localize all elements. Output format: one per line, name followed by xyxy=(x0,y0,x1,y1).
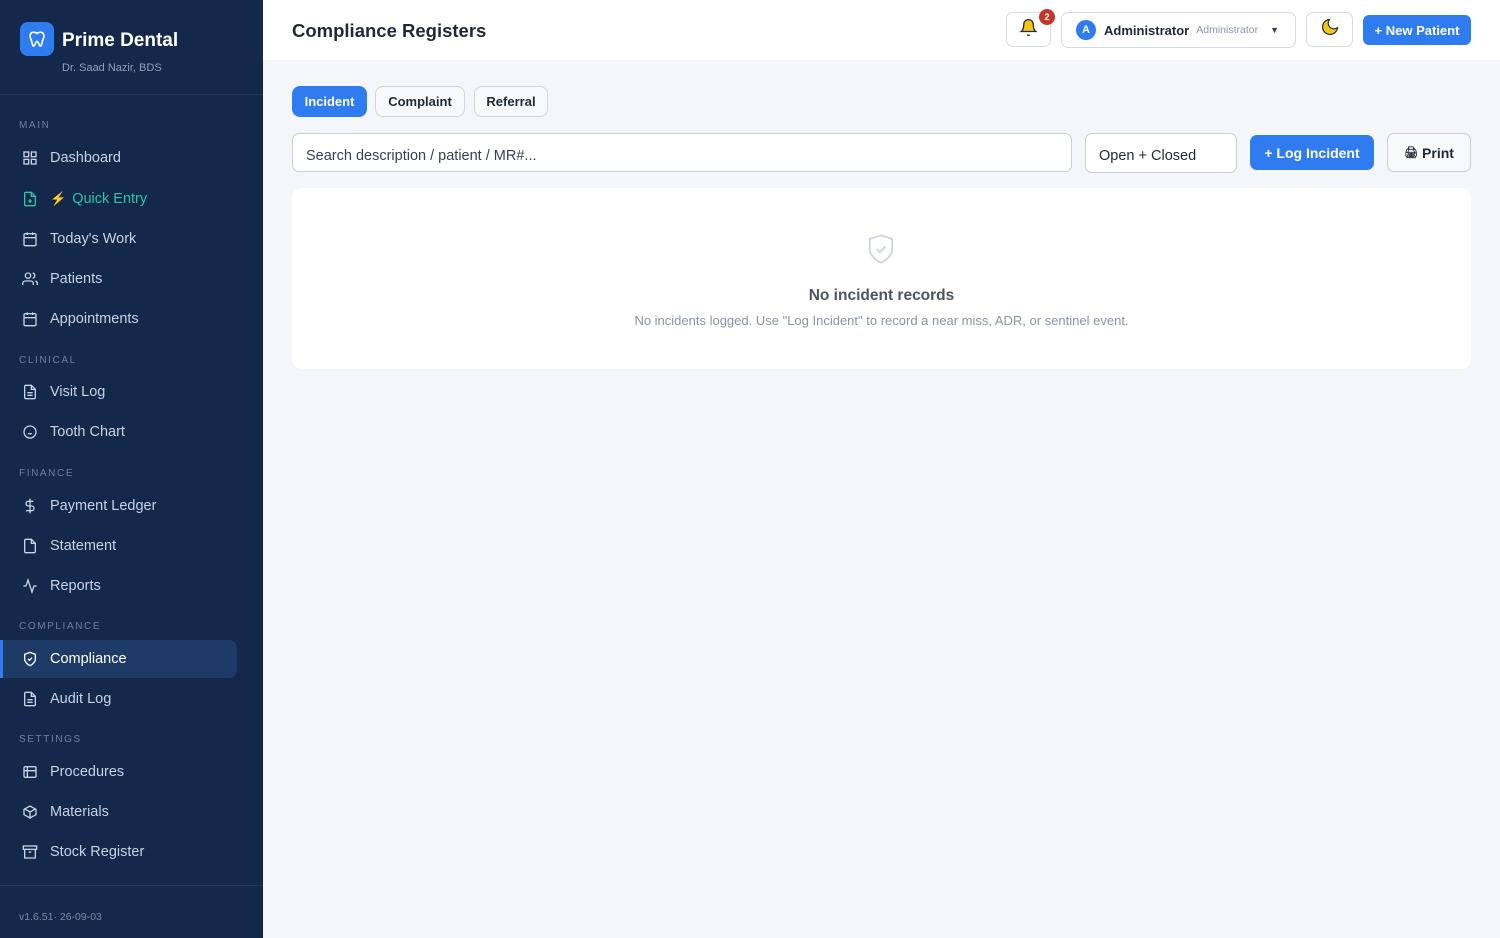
archive-icon xyxy=(22,844,38,860)
version-label: v1.6.51· 26-09-03 xyxy=(19,911,102,923)
sidebar-item-label: Dashboard xyxy=(50,150,121,166)
section-label-finance: FINANCE xyxy=(19,468,75,479)
sidebar-item-label: Audit Log xyxy=(50,691,112,707)
sidebar-item-patients[interactable]: Patients xyxy=(0,260,237,298)
brand-name: Prime Dental xyxy=(62,30,179,51)
search-input[interactable]: Search description / patient / MR#... xyxy=(292,133,1072,172)
cube-icon xyxy=(22,804,38,820)
sidebar-item-audit-log[interactable]: Audit Log xyxy=(0,680,237,718)
sidebar-divider xyxy=(0,885,263,886)
sidebar-item-label: Procedures xyxy=(50,764,125,780)
bolt-icon: ⚡ xyxy=(50,191,67,206)
tab-referral[interactable]: Referral xyxy=(474,86,548,117)
user-menu-button[interactable]: A Administrator Administrator ▼ xyxy=(1061,12,1296,48)
sidebar-item-todays-work[interactable]: Today's Work xyxy=(0,220,237,258)
sidebar-item-label: Appointments xyxy=(50,311,139,327)
doctor-name: Dr. Saad Nazir, BDS xyxy=(62,62,162,74)
notification-badge: 2 xyxy=(1039,9,1055,25)
sidebar-item-reports[interactable]: Reports xyxy=(0,567,237,605)
section-label-main: MAIN xyxy=(19,120,51,131)
sidebar-item-label: Quick Entry xyxy=(72,191,148,207)
log-incident-button[interactable]: + Log Incident xyxy=(1250,135,1374,170)
sidebar-item-label: Today's Work xyxy=(50,231,137,247)
tab-incident[interactable]: Incident xyxy=(292,86,367,117)
circle-icon xyxy=(22,424,38,440)
sidebar-item-materials[interactable]: Materials xyxy=(0,793,237,831)
top-header: Compliance Registers 2 A Administrator A… xyxy=(263,0,1500,60)
sidebar-item-tooth-chart[interactable]: Tooth Chart xyxy=(0,413,237,451)
calendar-icon xyxy=(22,231,38,247)
new-patient-button[interactable]: + New Patient xyxy=(1363,15,1471,45)
list-icon xyxy=(22,764,38,780)
sidebar-item-label: Stock Register xyxy=(50,844,145,860)
status-filter-select[interactable]: Open + Closed xyxy=(1085,133,1237,173)
empty-state-subtitle: No incidents logged. Use "Log Incident" … xyxy=(634,313,1129,328)
sidebar-item-label: Payment Ledger xyxy=(50,498,157,514)
caret-down-icon: ▼ xyxy=(1270,25,1280,35)
print-label: Print xyxy=(1422,144,1454,161)
bell-icon xyxy=(1019,18,1038,42)
sidebar-item-label: Patients xyxy=(50,271,103,287)
tooth-logo-icon xyxy=(20,22,54,56)
print-button[interactable]: 🖨 Print xyxy=(1387,133,1471,172)
tab-complaint[interactable]: Complaint xyxy=(375,86,465,117)
brand: Prime Dental Dr. Saad Nazir, BDS xyxy=(0,0,263,95)
sidebar-item-visit-log[interactable]: Visit Log xyxy=(0,373,237,411)
sidebar-item-payment-ledger[interactable]: Payment Ledger xyxy=(0,487,237,525)
sidebar-item-label: Compliance xyxy=(50,651,127,667)
sidebar-item-procedures[interactable]: Procedures xyxy=(0,753,237,791)
file-plus-icon xyxy=(22,191,38,207)
shield-icon xyxy=(22,651,38,667)
sidebar-item-appointments[interactable]: Appointments xyxy=(0,300,237,338)
sidebar-item-label: Tooth Chart xyxy=(50,424,125,440)
incident-register-card: No incident records No incidents logged.… xyxy=(292,188,1471,369)
sidebar-item-label: Visit Log xyxy=(50,384,106,400)
sidebar-item-label: Statement xyxy=(50,538,117,554)
sidebar-item-quick-entry[interactable]: ⚡ Quick Entry xyxy=(0,180,237,218)
notifications-button[interactable]: 2 xyxy=(1006,9,1055,47)
moon-icon xyxy=(1320,17,1340,42)
document-icon xyxy=(22,384,38,400)
users-icon xyxy=(22,271,38,287)
printer-icon: 🖨 xyxy=(1404,147,1419,159)
shield-check-icon xyxy=(866,232,896,271)
avatar: A xyxy=(1076,20,1096,40)
dollar-icon xyxy=(22,498,38,514)
section-label-clinical: CLINICAL xyxy=(19,355,77,366)
sidebar-item-compliance[interactable]: Compliance xyxy=(0,640,237,678)
sidebar: Prime Dental Dr. Saad Nazir, BDS MAIN Da… xyxy=(0,0,263,938)
file-icon xyxy=(22,538,38,554)
grid-icon xyxy=(22,150,38,166)
sidebar-item-stock-register[interactable]: Stock Register xyxy=(0,833,237,871)
empty-state-title: No incident records xyxy=(808,287,955,304)
document-icon xyxy=(22,691,38,707)
section-label-settings: SETTINGS xyxy=(19,734,82,745)
sidebar-item-statement[interactable]: Statement xyxy=(0,527,237,565)
user-name: Administrator xyxy=(1104,22,1190,38)
section-label-compliance: COMPLIANCE xyxy=(19,621,102,632)
sidebar-item-dashboard[interactable]: Dashboard xyxy=(0,139,237,177)
sidebar-item-label: Reports xyxy=(50,578,101,594)
sidebar-item-label: Materials xyxy=(50,804,109,820)
activity-icon xyxy=(22,578,38,594)
theme-toggle-button[interactable] xyxy=(1306,12,1353,47)
calendar-icon xyxy=(22,311,38,327)
user-role: Administrator xyxy=(1196,24,1259,36)
page-title: Compliance Registers xyxy=(292,20,487,41)
